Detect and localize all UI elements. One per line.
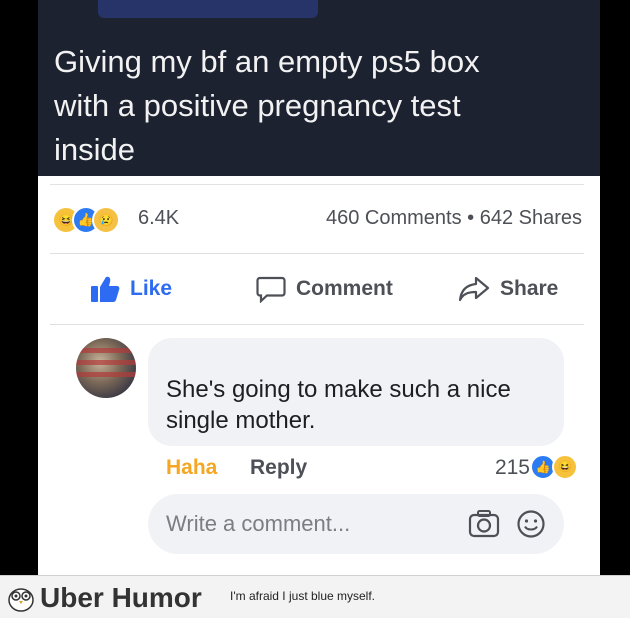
card-divider — [50, 184, 584, 185]
haha-emoji-icon: 😆 — [552, 454, 578, 480]
reaction-icons: 😆 👍 😢 — [52, 206, 132, 234]
comment-input-placeholder[interactable]: Write a comment... — [166, 511, 350, 537]
comments-shares-count[interactable]: 460 Comments • 642 Shares — [326, 207, 582, 230]
cropped-name-bar — [98, 0, 318, 18]
smiley-icon[interactable] — [516, 509, 546, 539]
reactions-row[interactable]: 😆 👍 😢 6.4K 460 Comments • 642 Shares — [38, 202, 600, 236]
post-card: 😆 👍 😢 6.4K 460 Comments • 642 Shares Lik… — [38, 176, 600, 575]
comment-button[interactable]: Comment — [256, 254, 393, 324]
left-border — [0, 0, 38, 575]
comment-composer[interactable]: Write a comment... — [148, 494, 564, 554]
share-arrow-icon — [458, 276, 490, 302]
avatar-decoration — [76, 348, 136, 353]
comment-reaction-count[interactable]: 215 — [495, 456, 530, 480]
like-button[interactable]: Like — [90, 254, 172, 324]
camera-icon[interactable] — [468, 509, 500, 539]
comment-label: Comment — [296, 277, 393, 300]
post-header: Giving my bf an empty ps5 box with a pos… — [38, 0, 600, 176]
right-border — [600, 0, 630, 575]
comment-text: She's going to make such a nice single m… — [166, 376, 511, 434]
owl-logo-icon — [8, 588, 34, 612]
reaction-count[interactable]: 6.4K — [138, 207, 179, 230]
avatar-decoration — [76, 372, 136, 377]
like-label: Like — [130, 277, 173, 300]
post-actions: Like Comment Share — [38, 254, 600, 324]
comment-bubble: She's going to make such a nice single m… — [148, 338, 564, 446]
avatar[interactable] — [76, 338, 136, 398]
share-button[interactable]: Share — [458, 254, 558, 324]
divider — [50, 324, 584, 325]
watermark-footer: Uber Humor I'm afraid I just blue myself… — [0, 575, 630, 618]
sad-emoji-icon: 😢 — [92, 206, 120, 234]
avatar-decoration — [76, 360, 136, 365]
share-label: Share — [500, 277, 559, 300]
reply-button[interactable]: Reply — [250, 456, 307, 480]
speech-bubble-icon — [256, 276, 286, 303]
post-text: Giving my bf an empty ps5 box with a pos… — [54, 44, 480, 167]
comment-actions: Haha Reply 215 👍 😆 — [166, 454, 586, 484]
thumbs-up-icon — [91, 276, 120, 302]
haha-button[interactable]: Haha — [166, 456, 217, 480]
caption: I'm afraid I just blue myself. — [230, 589, 376, 603]
brand-name: Uber Humor — [40, 582, 202, 613]
